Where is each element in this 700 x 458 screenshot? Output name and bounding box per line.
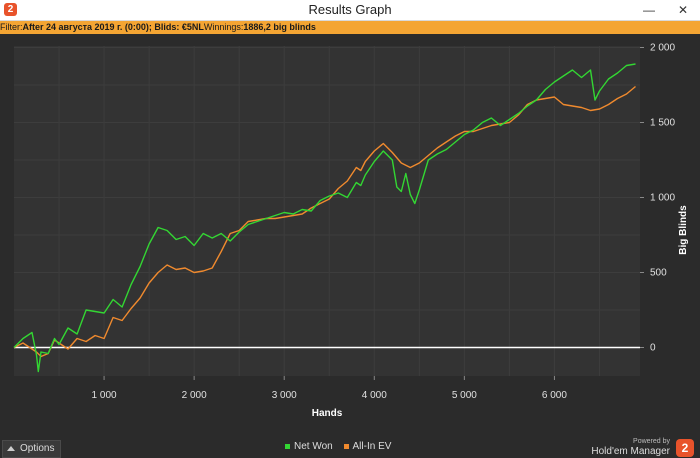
minimize-button[interactable]: — (636, 0, 662, 20)
x-tick-label: 2 000 (182, 390, 207, 401)
x-axis-label: Hands (312, 408, 343, 419)
plot-background (14, 46, 640, 376)
y-tick-label: 0 (650, 343, 656, 354)
y-tick-label: 500 (650, 268, 667, 279)
legend-item-all-in-ev: All-In EV (343, 441, 392, 452)
filter-text: After 24 августа 2019 г. (0:00); Blids: … (22, 22, 204, 32)
title-bar: 2 Results Graph — ✕ (0, 0, 700, 21)
options-button[interactable]: Options (2, 440, 62, 458)
powered-by: Powered by Hold'em Manager (591, 437, 670, 457)
window-title: Results Graph (308, 2, 392, 17)
bottom-bar: Options Net Won All-In EV Powered by Hol… (0, 437, 700, 458)
x-tick-label: 5 000 (452, 390, 477, 401)
x-tick-label: 6 000 (542, 390, 567, 401)
y-tick-label: 1 500 (650, 118, 675, 129)
powered-by-label: Powered by (633, 438, 670, 445)
chart-legend: Net Won All-In EV (285, 441, 399, 452)
x-tick-label: 1 000 (92, 390, 117, 401)
legend-swatch-net-won (285, 443, 290, 449)
filter-prefix: Filter: (0, 22, 23, 32)
legend-label-net-won: Net Won (294, 441, 333, 452)
product-name: Hold'em Manager (591, 446, 670, 457)
y-axis-label: Big Blinds (678, 205, 689, 255)
results-chart: 0 500 1 000 1 500 2 000 1 000 2 000 3 000 4 000 5… (0, 34, 700, 438)
close-button[interactable]: ✕ (670, 0, 696, 20)
y-tick-label: 1 000 (650, 193, 675, 204)
expand-up-icon (7, 445, 15, 451)
winnings-label: Winnings: (203, 22, 244, 32)
legend-swatch-all-in-ev (343, 443, 349, 449)
legend-item-net-won: Net Won (285, 441, 333, 452)
y-tick-label: 2 000 (650, 43, 675, 54)
x-tick-label: 4 000 (362, 390, 387, 401)
filter-bar: Filter: After 24 августа 2019 г. (0:00);… (0, 21, 700, 34)
legend-label-all-in-ev: All-In EV (352, 441, 392, 452)
x-tick-label: 3 000 (272, 390, 297, 401)
chart-svg: 0 500 1 000 1 500 2 000 1 000 2 000 3 000 4 000 5… (13, 43, 689, 419)
hm-logo-icon: 2 (676, 439, 694, 457)
winnings-value: 1886,2 big blinds (243, 22, 316, 32)
results-graph-window: 2 Results Graph — ✕ Filter: After 24 авг… (0, 0, 700, 458)
options-label: Options (20, 443, 55, 454)
